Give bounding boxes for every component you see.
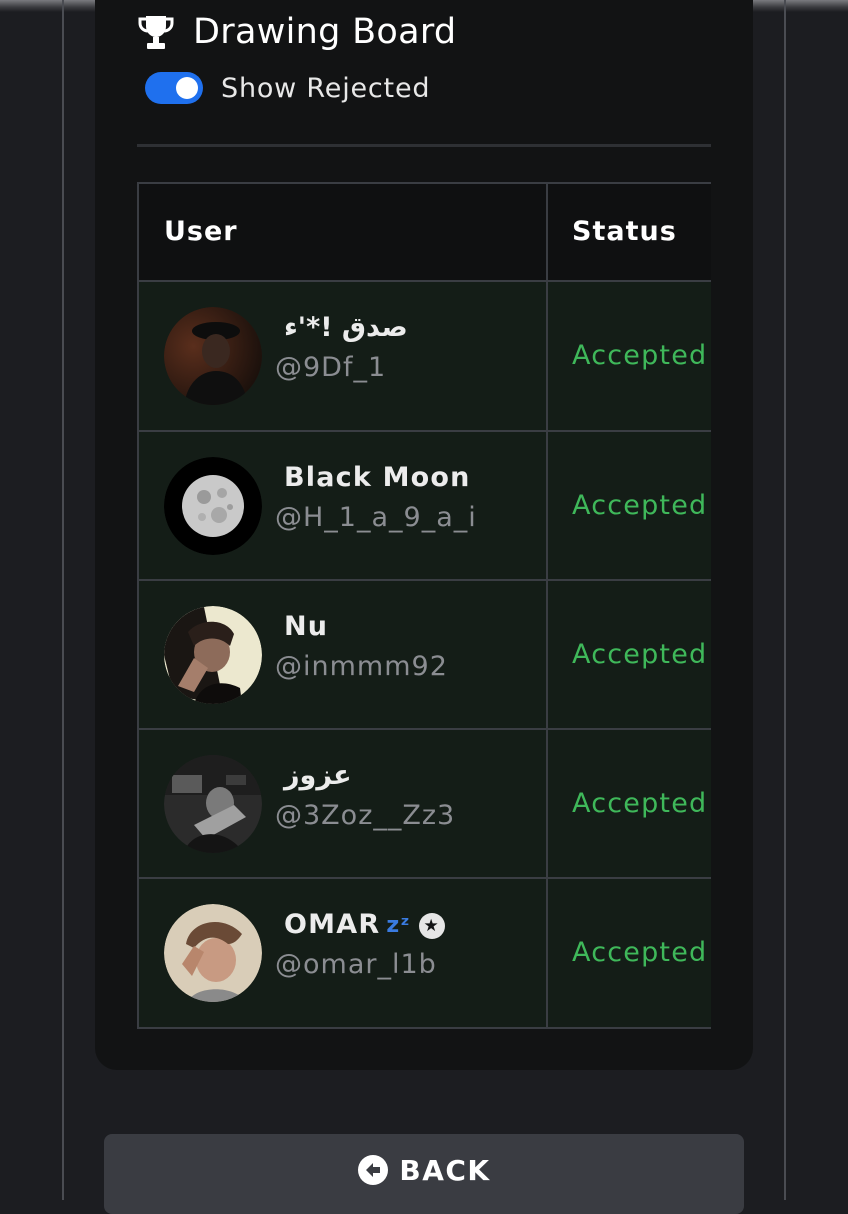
column-separator (546, 282, 548, 430)
avatar[interactable] (164, 904, 262, 1002)
user-handle: @omar_l1b (275, 949, 437, 980)
user-handle: @3Zoz__Zz3 (275, 800, 456, 831)
sleep-zz-emoji: zᶻ (386, 913, 411, 938)
board-header: Drawing Board (135, 8, 456, 56)
user-handle: @9Df_1 (275, 352, 387, 383)
status-badge: Accepted (572, 340, 708, 371)
table-row[interactable]: Nu @inmmm92 Accepted (137, 581, 711, 730)
back-button-label: BACK (399, 1153, 491, 1187)
status-badge: Accepted (572, 490, 708, 521)
status-badge: Accepted (572, 639, 708, 670)
avatar-image (164, 606, 262, 704)
section-divider (137, 144, 711, 147)
star-badge-icon: ★ (418, 912, 445, 939)
column-separator (546, 432, 548, 579)
user-display-name: Nu (284, 611, 329, 642)
avatar-image (164, 457, 262, 555)
table-header: User Status (137, 182, 711, 282)
board-title: Drawing Board (193, 12, 457, 52)
user-display-name: OMAR zᶻ ★ (284, 909, 445, 940)
avatar-image (164, 904, 262, 1002)
back-button[interactable]: BACK (104, 1134, 744, 1214)
column-separator (546, 581, 548, 728)
user-handle: @inmmm92 (275, 651, 448, 682)
show-rejected-label: Show Rejected (221, 72, 431, 104)
show-rejected-toggle[interactable] (145, 72, 203, 104)
user-display-name-text: OMAR (284, 909, 381, 940)
submissions-table: User Status صدق !*'ء @9Df_1 Accepted Bla… (137, 182, 711, 1029)
toggle-knob (176, 77, 198, 99)
table-row[interactable]: Black Moon @H_1_a_9_a_i Accepted (137, 432, 711, 581)
column-separator (546, 730, 548, 877)
column-separator (546, 879, 548, 1027)
status-badge: Accepted (572, 937, 708, 968)
user-display-name: Black Moon (284, 462, 471, 493)
user-handle: @H_1_a_9_a_i (275, 502, 477, 533)
trophy-icon (138, 16, 174, 49)
left-frame-line (62, 0, 64, 1200)
column-header-status: Status (572, 216, 677, 247)
status-badge: Accepted (572, 788, 708, 819)
avatar[interactable] (164, 755, 262, 853)
avatar[interactable] (164, 606, 262, 704)
user-display-name: عزوز (284, 760, 352, 791)
table-row[interactable]: صدق !*'ء @9Df_1 Accepted (137, 282, 711, 432)
avatar-image (164, 307, 262, 405)
user-display-name: صدق !*'ء (284, 312, 408, 343)
column-header-user: User (164, 216, 238, 247)
avatar[interactable] (164, 307, 262, 405)
avatar[interactable] (164, 457, 262, 555)
column-separator (546, 184, 548, 280)
arrow-left-circle-icon (358, 1155, 389, 1185)
table-row[interactable]: عزوز @3Zoz__Zz3 Accepted (137, 730, 711, 879)
show-rejected-filter: Show Rejected (145, 68, 430, 108)
avatar-image (164, 755, 262, 853)
right-frame-line (784, 0, 786, 1200)
table-row[interactable]: OMAR zᶻ ★ @omar_l1b Accepted (137, 879, 711, 1029)
